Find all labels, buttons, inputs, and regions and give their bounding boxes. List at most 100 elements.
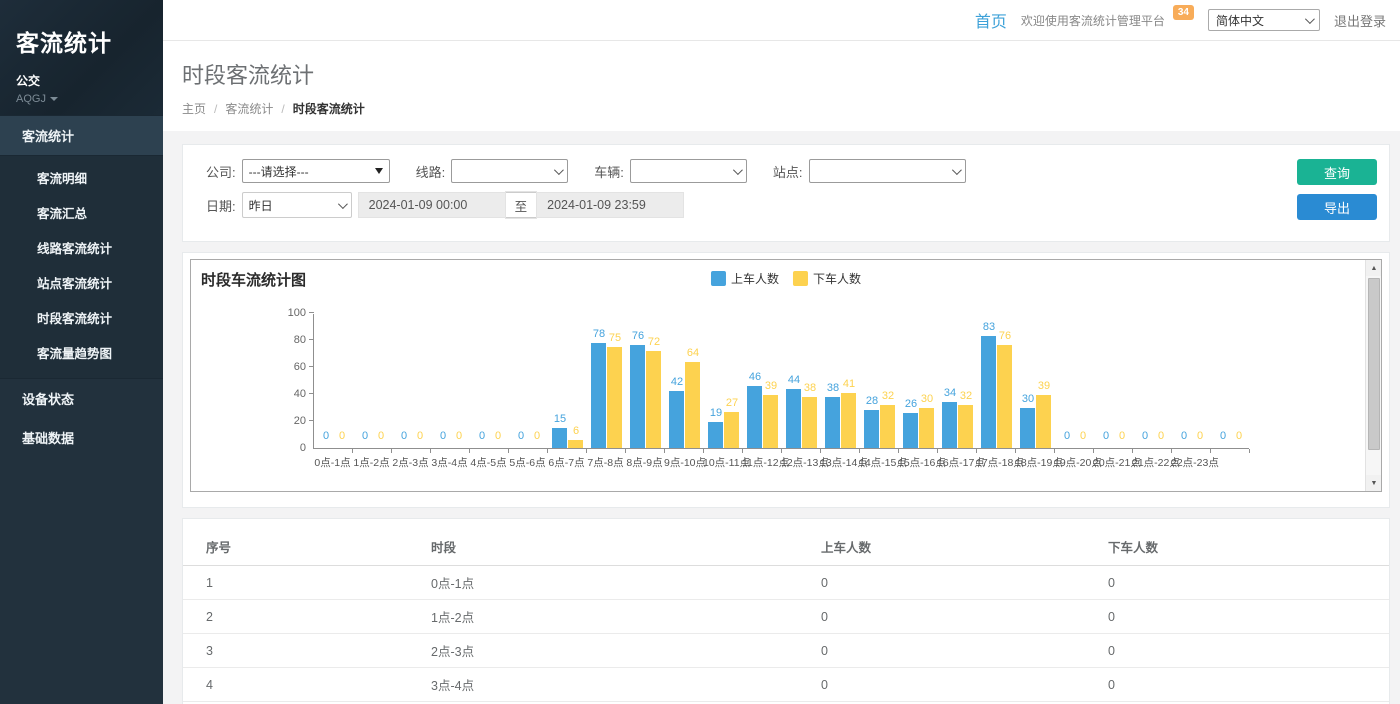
- sidebar-subitem-4[interactable]: 时段客流统计: [0, 300, 163, 335]
- station-select[interactable]: [809, 159, 966, 183]
- x-tick-mark: [352, 449, 353, 453]
- sidebar-item-0[interactable]: 客流统计: [0, 115, 163, 156]
- table-row[interactable]: 32点-3点00: [183, 634, 1389, 668]
- x-axis-label: 10点-11点: [703, 455, 742, 470]
- bar-alighting[interactable]: [646, 351, 661, 448]
- bar-boarding[interactable]: [903, 413, 918, 448]
- sidebar-header: 客流统计 公交 AQGJ: [0, 0, 163, 115]
- sidebar-subitem-5[interactable]: 客流量趋势图: [0, 335, 163, 370]
- logout-link[interactable]: 退出登录: [1334, 11, 1386, 30]
- bar-boarding[interactable]: [708, 422, 723, 448]
- bar-boarding[interactable]: [825, 397, 840, 448]
- breadcrumb-home[interactable]: 主页: [182, 100, 206, 117]
- export-button[interactable]: 导出: [1297, 194, 1377, 220]
- bar-group: 7672: [626, 313, 665, 448]
- bar-group: 3432: [938, 313, 977, 448]
- bar-boarding[interactable]: [981, 336, 996, 448]
- chart-title: 时段车流统计图: [201, 269, 306, 290]
- bar-alighting[interactable]: [958, 405, 973, 448]
- y-tick-label: 100: [276, 307, 306, 319]
- table-row[interactable]: 21点-2点00: [183, 600, 1389, 634]
- table-header-row: 序号时段上车人数下车人数: [183, 528, 1389, 566]
- date-to-input[interactable]: 2024-01-09 23:59: [536, 192, 684, 218]
- scroll-down-arrow-icon[interactable]: ▼: [1366, 475, 1382, 491]
- table-cell: 2点-3点: [408, 634, 798, 668]
- app-title: 客流统计: [16, 24, 147, 58]
- sidebar-subitem-3[interactable]: 站点客流统计: [0, 265, 163, 300]
- table-cell: 0: [798, 634, 1085, 668]
- table-cell: 4: [183, 668, 408, 702]
- query-button[interactable]: 查询: [1297, 159, 1377, 185]
- notification-badge[interactable]: 34: [1173, 5, 1194, 20]
- bar-alighting[interactable]: [607, 347, 622, 448]
- topbar: 首页 欢迎使用客流统计管理平台 34 简体中文 退出登录: [163, 0, 1400, 41]
- x-axis-label: 6点-7点: [547, 455, 586, 470]
- x-axis-label: 19点-20点: [1054, 455, 1093, 470]
- chart-vertical-scrollbar[interactable]: ▲ ▼: [1365, 260, 1381, 491]
- bar-group: 4438: [782, 313, 821, 448]
- language-select[interactable]: 简体中文: [1208, 9, 1320, 31]
- bar-alighting[interactable]: [568, 440, 583, 448]
- company-select[interactable]: ---请选择---: [242, 159, 390, 183]
- bar-alighting[interactable]: [724, 412, 739, 448]
- bar-alighting[interactable]: [841, 393, 856, 448]
- chart-legend: 上车人数下车人数: [711, 270, 861, 287]
- table-cell: 1点-2点: [408, 600, 798, 634]
- bar-alighting[interactable]: [880, 405, 895, 448]
- date-preset-value: 昨日: [249, 197, 273, 214]
- bar-value-label: 39: [1031, 380, 1057, 392]
- legend-item[interactable]: 上车人数: [711, 270, 779, 287]
- breadcrumb-section[interactable]: 客流统计: [225, 100, 273, 117]
- line-select[interactable]: [451, 159, 568, 183]
- sidebar-subitem-1[interactable]: 客流汇总: [0, 195, 163, 230]
- scrollbar-thumb[interactable]: [1368, 278, 1380, 450]
- bar-boarding[interactable]: [591, 343, 606, 448]
- bar-value-label: 76: [992, 330, 1018, 342]
- table-cell: 3点-4点: [408, 668, 798, 702]
- bar-alighting[interactable]: [685, 362, 700, 448]
- bar-boarding[interactable]: [786, 389, 801, 448]
- table-cell: 0: [1085, 634, 1389, 668]
- bar-group: 00: [1055, 313, 1094, 448]
- legend-item[interactable]: 下车人数: [793, 270, 861, 287]
- x-tick-mark: [1054, 449, 1055, 453]
- bar-alighting[interactable]: [919, 408, 934, 449]
- x-tick-mark: [1093, 449, 1094, 453]
- bar-alighting[interactable]: [802, 397, 817, 448]
- bar-alighting[interactable]: [997, 345, 1012, 448]
- scroll-up-arrow-icon[interactable]: ▲: [1366, 260, 1382, 276]
- bar-alighting[interactable]: [1036, 395, 1051, 448]
- bar-boarding[interactable]: [669, 391, 684, 448]
- breadcrumb: 主页 / 客流统计 / 时段客流统计: [182, 100, 1400, 117]
- bar-boarding[interactable]: [630, 345, 645, 448]
- sidebar-item-1[interactable]: 设备状态: [0, 379, 163, 418]
- x-tick-mark: [1210, 449, 1211, 453]
- vehicle-select[interactable]: [630, 159, 747, 183]
- sidebar-item-2[interactable]: 基础数据: [0, 418, 163, 457]
- org-code-dropdown[interactable]: AQGJ: [16, 93, 147, 105]
- table-row[interactable]: 10点-1点00: [183, 566, 1389, 600]
- x-axis-label: 1点-2点: [352, 455, 391, 470]
- station-label: 站点:: [773, 162, 803, 181]
- breadcrumb-separator: /: [281, 102, 284, 116]
- home-link[interactable]: 首页: [975, 8, 1007, 32]
- bar-group: 7875: [587, 313, 626, 448]
- bar-group: 4264: [665, 313, 704, 448]
- sidebar-subitem-0[interactable]: 客流明细: [0, 160, 163, 195]
- bar-boarding[interactable]: [747, 386, 762, 448]
- breadcrumb-current: 时段客流统计: [293, 100, 365, 117]
- bar-boarding[interactable]: [864, 410, 879, 448]
- bar-value-label: 72: [641, 336, 667, 348]
- bar-group: 156: [548, 313, 587, 448]
- bar-boarding[interactable]: [1020, 408, 1035, 449]
- bar-alighting[interactable]: [763, 395, 778, 448]
- sidebar-subitem-2[interactable]: 线路客流统计: [0, 230, 163, 265]
- bar-boarding[interactable]: [942, 402, 957, 448]
- main-area: 首页 欢迎使用客流统计管理平台 34 简体中文 退出登录 时段客流统计 主页 /…: [163, 0, 1400, 704]
- bar-value-label: 6: [563, 425, 589, 437]
- date-from-input[interactable]: 2024-01-09 00:00: [358, 192, 506, 218]
- bar-group: 1927: [704, 313, 743, 448]
- date-preset-select[interactable]: 昨日: [242, 192, 352, 218]
- x-tick-mark: [1132, 449, 1133, 453]
- table-row[interactable]: 43点-4点00: [183, 668, 1389, 702]
